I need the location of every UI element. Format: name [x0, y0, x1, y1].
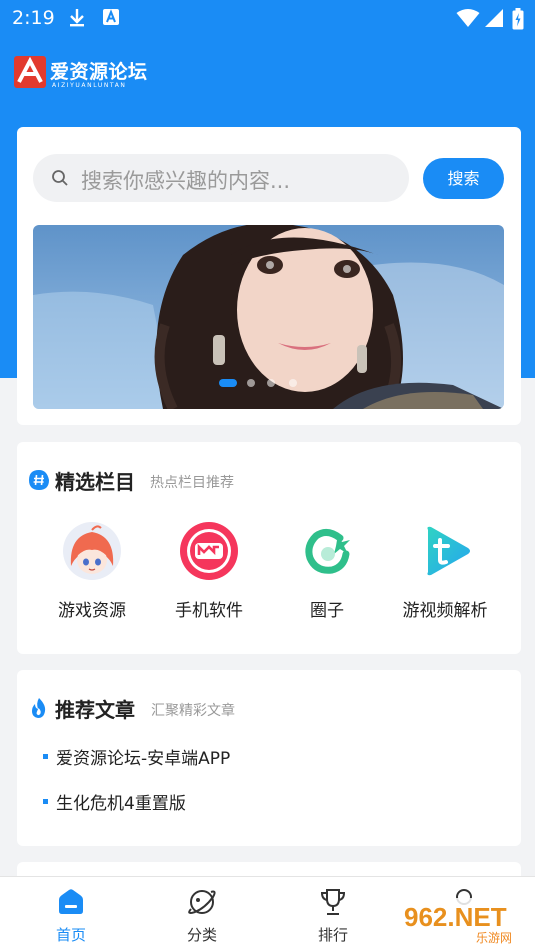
search-card: 搜索你感兴趣的内容... 搜索 [17, 127, 521, 425]
home-icon [59, 889, 83, 914]
carousel-dot[interactable] [247, 379, 255, 387]
article-title: 爱资源论坛-安卓端APP [56, 749, 231, 769]
status-bar: 2:19 [0, 0, 535, 36]
carousel-dot[interactable] [289, 379, 297, 387]
cellular-signal-icon [485, 9, 503, 27]
column-item-mobile-software[interactable]: 手机软件 [149, 522, 269, 622]
battery-charging-icon [512, 8, 524, 30]
watermark-subtext: 乐游网 [476, 931, 512, 945]
bullet [43, 754, 48, 759]
watermark-text: 962.NET [404, 902, 507, 932]
meitu-app-icon [180, 522, 238, 580]
articles-subtitle: 汇聚精彩文章 [151, 703, 235, 719]
search-input[interactable]: 搜索你感兴趣的内容... [33, 154, 409, 202]
trophy-icon [320, 889, 346, 915]
column-item-game-resources[interactable]: 游戏资源 [32, 522, 152, 622]
search-button[interactable]: 搜索 [423, 158, 504, 199]
banner-carousel[interactable] [33, 225, 504, 409]
column-label: 手机软件 [175, 601, 243, 621]
column-label: 游视频解析 [402, 601, 488, 621]
column-label: 圈子 [310, 601, 344, 621]
tab-label: 首页 [55, 926, 86, 944]
articles-title: 推荐文章 [55, 698, 135, 722]
article-title: 生化危机4重置版 [56, 794, 186, 814]
tab-label: 分类 [186, 926, 217, 944]
column-label: 游戏资源 [58, 601, 126, 621]
font-app-icon [103, 9, 119, 25]
bullet [43, 799, 48, 804]
featured-columns-card: 精选栏目 热点栏目推荐 游戏资源 手机软件 圈子 游视频解析 [17, 442, 521, 654]
carousel-dot[interactable] [267, 379, 275, 387]
tab-ranking[interactable]: 排行 [266, 877, 400, 952]
column-item-circle[interactable]: 圈子 [267, 522, 387, 622]
flame-icon [32, 698, 46, 718]
carousel-dot-active[interactable] [219, 379, 237, 387]
featured-subtitle: 热点栏目推荐 [150, 475, 234, 491]
logo-mark-icon [14, 56, 46, 88]
tab-label: 排行 [317, 926, 348, 944]
status-time: 2:19 [12, 7, 55, 29]
recommended-articles-card: 推荐文章 汇聚精彩文章 爱资源论坛-安卓端APP 生化危机4重置版 [17, 670, 521, 846]
app-logo: 爱资源论坛 AIZIYUANLUNTAN [14, 56, 164, 92]
watermark-logo: 962.NET 乐游网 [398, 898, 526, 946]
search-placeholder: 搜索你感兴趣的内容... [81, 169, 291, 193]
column-item-video-parsing[interactable]: 游视频解析 [385, 522, 505, 622]
logo-text: 爱资源论坛 [50, 61, 148, 83]
tab-category[interactable]: 分类 [135, 877, 269, 952]
search-icon [52, 170, 68, 186]
hashtag-icon [29, 470, 49, 490]
circle-app-icon [298, 522, 356, 580]
featured-title: 精选栏目 [55, 470, 135, 494]
tab-home[interactable]: 首页 [4, 877, 138, 952]
logo-subtext: AIZIYUANLUNTAN [52, 82, 127, 89]
anime-girl-avatar-icon [63, 522, 121, 580]
download-icon [70, 9, 84, 27]
category-planet-icon [188, 890, 216, 914]
video-play-icon [416, 522, 474, 580]
wifi-icon [456, 9, 480, 27]
